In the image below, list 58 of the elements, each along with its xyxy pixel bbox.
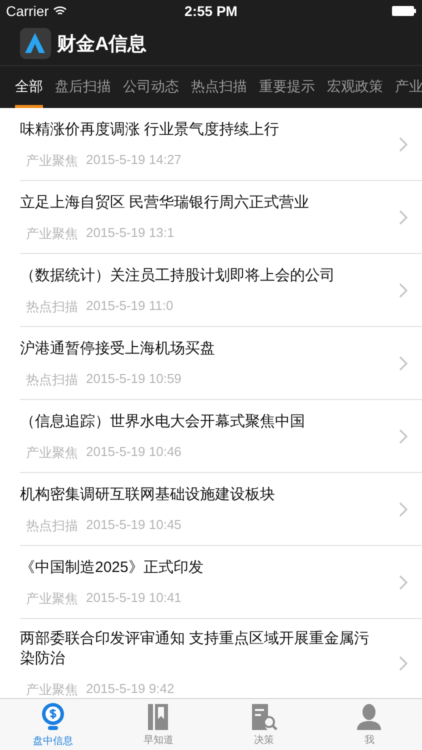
news-category: 产业聚焦 [26,681,78,698]
tab-bar-item[interactable]: 早知道 [106,699,211,750]
wifi-icon [52,6,67,16]
news-row[interactable]: 沪港通暂停接受上海机场买盘 热点扫描 2015-5-19 10:59 [20,327,422,400]
book-icon [147,702,170,730]
news-row[interactable]: 味精涨价再度调涨 行业景气度持续上行 产业聚焦 2015-5-19 14:27 [20,108,422,181]
chevron-right-icon [399,656,408,670]
news-row[interactable]: （信息追踪）世界水电大会开幕式聚焦中国 产业聚焦 2015-5-19 10:46 [20,400,422,473]
news-time: 2015-5-19 10:46 [86,444,182,461]
news-row[interactable]: 立足上海自贸区 民营华瑞银行周六正式营业 产业聚焦 2015-5-19 13:1 [20,181,422,254]
document-search-icon [250,702,278,730]
carrier-label: Carrier [6,3,49,19]
news-category: 产业聚焦 [26,444,78,462]
chevron-right-icon [399,210,408,224]
chevron-right-icon [399,428,408,444]
clock-time: 2:55 PM [184,3,238,19]
news-title: 机构密集调研互联网基础设施建设板块 [20,485,276,505]
news-title: 《中国制造2025》正式印发 [20,558,204,578]
person-icon [356,702,382,730]
category-tab[interactable]: 宏观政策 [327,66,383,108]
category-tab[interactable]: 重要提示 [259,66,315,108]
news-time: 2015-5-19 10:59 [86,371,182,388]
tab-bar-item[interactable]: 决策 [211,699,316,750]
tab-bar-item[interactable]: 盘中信息 [0,699,106,750]
news-time: 2015-5-19 10:45 [86,517,182,534]
chevron-right-icon [399,356,408,370]
chevron-right-icon [399,574,408,590]
news-category: 热点扫描 [26,517,78,535]
news-time: 2015-5-19 11:0 [86,298,174,315]
app-title: 财金A信息 [57,32,147,56]
battery-icon [392,6,416,16]
news-category: 产业聚焦 [26,225,78,243]
news-category: 产业聚焦 [26,152,78,170]
news-title: 两部委联合印发评审通知 支持重点区域开展重金属污染防治 [20,629,370,669]
news-row[interactable]: 《中国制造2025》正式印发 产业聚焦 2015-5-19 10:41 [20,546,422,619]
news-time: 2015-5-19 9:42 [86,681,174,698]
chevron-right-icon [399,136,408,152]
app-logo-icon [20,28,51,59]
news-time: 2015-5-19 13:1 [86,225,174,242]
news-title: 立足上海自贸区 民营华瑞银行周六正式营业 [20,193,310,213]
news-title: （信息追踪）世界水电大会开幕式聚焦中国 [20,412,306,432]
news-title: 味精涨价再度调涨 行业景气度持续上行 [20,120,280,140]
category-tab[interactable]: 盘后扫描 [55,66,111,108]
category-tab[interactable]: 全部 [15,66,43,108]
news-title: （数据统计）关注员工持股计划即将上会的公司 [20,266,336,286]
news-row[interactable]: （数据统计）关注员工持股计划即将上会的公司 热点扫描 2015-5-19 11:0 [20,254,422,327]
news-category: 产业聚焦 [26,590,78,608]
chevron-right-icon [399,502,408,516]
chevron-right-icon [399,282,408,298]
news-time: 2015-5-19 14:27 [86,152,182,169]
category-tab[interactable]: 公司动态 [123,66,179,108]
news-row[interactable]: 机构密集调研互联网基础设施建设板块 热点扫描 2015-5-19 10:45 [20,473,422,546]
category-tab[interactable]: 热点扫描 [191,66,247,108]
tab-bar-item[interactable]: 我 [316,699,422,750]
news-title: 沪港通暂停接受上海机场买盘 [20,339,216,359]
news-time: 2015-5-19 10:41 [86,590,182,607]
news-category: 热点扫描 [26,371,78,389]
news-category: 热点扫描 [26,298,78,316]
